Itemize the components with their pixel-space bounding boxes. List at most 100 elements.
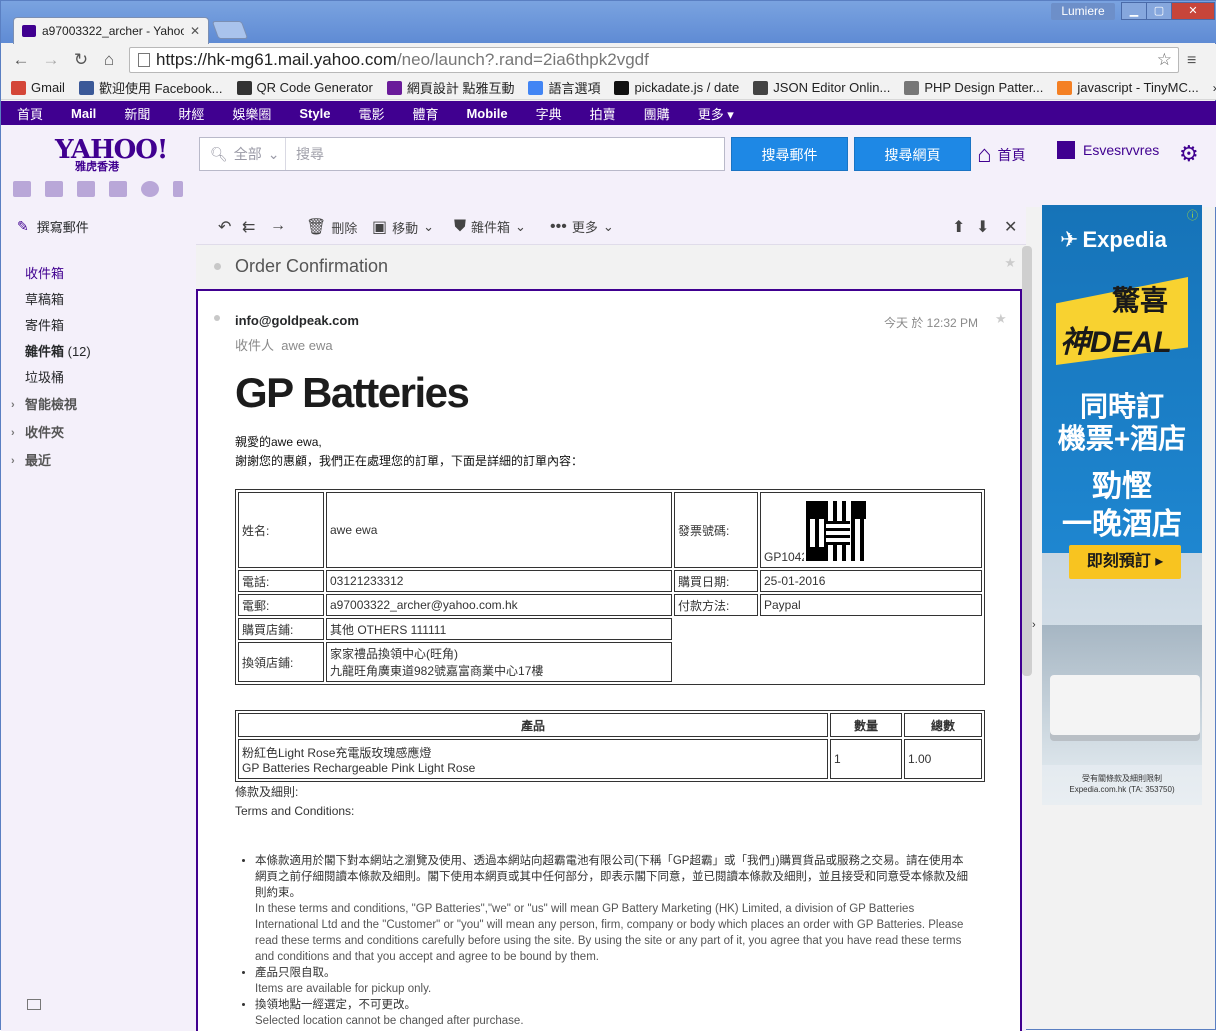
previous-message-button[interactable]: ⬆: [952, 217, 965, 237]
mobile-app-icon[interactable]: [173, 181, 183, 197]
ad-info-icon[interactable]: ⓘ: [1187, 207, 1198, 223]
folder-group[interactable]: › 智能檢視: [1, 391, 196, 419]
header-home-link[interactable]: ⌂ 首頁: [977, 141, 1026, 169]
top-nav-item[interactable]: Mobile: [466, 106, 507, 121]
email-value[interactable]: a97003322_archer@yahoo.com.hk: [326, 594, 672, 616]
bookmark-item[interactable]: PHP Design Patter...: [904, 80, 1043, 95]
messenger-app-icon[interactable]: [141, 181, 159, 197]
reply-all-button[interactable]: ⇇: [242, 217, 255, 237]
folder-move-icon: ▣: [372, 219, 388, 236]
bookmark-item[interactable]: pickadate.js / date: [614, 80, 739, 95]
subject-bar: Order Confirmation ★: [196, 245, 1026, 289]
bookmark-label: 網頁設計 點雅互動: [406, 81, 515, 96]
qr-code-image: [804, 499, 868, 563]
notepad-app-icon[interactable]: [109, 181, 127, 197]
top-nav-item[interactable]: 更多 ▾: [698, 104, 734, 123]
recipient-name[interactable]: awe ewa: [281, 338, 332, 353]
expedia-brand: Expedia: [1082, 227, 1167, 252]
move-button[interactable]: ▣ 移動 ⌄: [372, 217, 434, 237]
top-nav-item[interactable]: 拍賣: [590, 104, 616, 123]
user-menu[interactable]: Esvesrvvres: [1057, 141, 1159, 159]
bookmark-item[interactable]: JSON Editor Onlin...: [753, 80, 890, 95]
d-icon: [386, 80, 402, 95]
ad-book-now-button[interactable]: 即刻預訂 ▸: [1069, 545, 1181, 579]
top-nav-item[interactable]: 體育: [412, 104, 438, 123]
maximize-button[interactable]: ▢: [1146, 2, 1172, 20]
date-value: 25-01-2016: [760, 570, 982, 592]
search-scope-dropdown[interactable]: 🔍︎ 全部 ⌄: [200, 138, 286, 170]
top-nav-item[interactable]: 電影: [358, 104, 384, 123]
more-button[interactable]: ••• 更多 ⌄: [550, 217, 614, 236]
chevron-right-icon[interactable]: ›: [1032, 619, 1036, 631]
folder-item[interactable]: 寄件箱: [1, 313, 196, 339]
gp-batteries-logo: GP Batteries: [235, 369, 470, 416]
folder-list: 收件箱 草稿箱 寄件箱 雜件箱 (12) 垃圾桶 › 智能檢視 › 收件夾 › 最近: [1, 261, 196, 475]
bookmark-label: JSON Editor Onlin...: [773, 80, 891, 95]
search-web-button[interactable]: 搜尋網頁: [854, 137, 971, 171]
top-nav-item[interactable]: Style: [299, 106, 330, 121]
folder-group[interactable]: › 最近: [1, 447, 196, 475]
close-message-button[interactable]: ✕: [1004, 217, 1017, 237]
contacts-app-icon[interactable]: [45, 181, 63, 197]
compose-label: 撰寫郵件: [36, 220, 89, 235]
profile-chip[interactable]: Lumiere: [1051, 3, 1115, 20]
reload-icon[interactable]: ↻: [71, 50, 91, 70]
expedia-logo: ✈ Expedia: [1060, 227, 1167, 253]
menu-icon[interactable]: ≡: [1187, 52, 1196, 70]
search-mail-button[interactable]: 搜尋郵件: [731, 137, 848, 171]
top-nav-item[interactable]: 字典: [536, 104, 562, 123]
read-dot-icon: [214, 315, 220, 321]
folder-item[interactable]: 垃圾桶: [1, 365, 196, 391]
mail-app-icon[interactable]: [13, 181, 31, 197]
bookmark-item[interactable]: 歡迎使用 Facebook...: [78, 78, 223, 97]
top-nav-item[interactable]: Mail: [71, 106, 96, 121]
minimize-button[interactable]: ▁: [1121, 2, 1147, 20]
forward-button[interactable]: →: [270, 217, 286, 235]
star-icon[interactable]: ★: [1004, 255, 1016, 271]
bookmark-star-icon[interactable]: ☆: [1157, 50, 1172, 70]
search-input[interactable]: [286, 138, 724, 170]
next-message-button[interactable]: ⬇: [976, 217, 989, 237]
top-nav-item[interactable]: 團購: [644, 104, 670, 123]
calendar-app-icon[interactable]: [77, 181, 95, 197]
sender[interactable]: info@goldpeak.com: [235, 313, 359, 328]
back-icon[interactable]: ←: [11, 50, 31, 70]
photo-icon[interactable]: [27, 999, 41, 1010]
tab-close-icon[interactable]: ✕: [190, 24, 200, 38]
top-nav-item[interactable]: 財經: [178, 104, 204, 123]
bookmark-item[interactable]: QR Code Generator: [236, 80, 373, 95]
header-home-label: 首頁: [997, 147, 1026, 163]
reply-button[interactable]: ↶: [218, 217, 231, 237]
gear-icon[interactable]: ⚙: [1179, 141, 1199, 167]
top-nav-item[interactable]: 新聞: [124, 104, 150, 123]
spam-button[interactable]: ⛊ 雜件箱 ⌄: [454, 217, 526, 236]
chevron-right-icon: ›: [11, 399, 15, 411]
new-tab-button[interactable]: [211, 21, 249, 39]
folder-item[interactable]: 收件箱: [1, 261, 196, 287]
bookmark-item[interactable]: 網頁設計 點雅互動: [386, 78, 515, 97]
star-icon[interactable]: ★: [995, 311, 1007, 327]
home-icon[interactable]: ⌂: [99, 50, 119, 70]
expedia-ad[interactable]: ⓘ ✈ Expedia 驚喜 神DEAL 同時訂 機票+酒店 勁慳 一晚酒店 即刻…: [1042, 205, 1202, 805]
browser-tab[interactable]: a97003322_archer - Yahoo ✕: [13, 17, 209, 44]
sidebar: ✎ 撰寫郵件 收件箱 草稿箱 寄件箱 雜件箱 (12) 垃圾桶 › 智能檢視 › 收件夾 › 最近: [1, 207, 196, 1031]
scrollbar[interactable]: [1022, 246, 1032, 676]
address-bar[interactable]: https://hk-mg61.mail.yahoo.com/neo/launc…: [129, 47, 1179, 73]
plane-icon: ✈: [1060, 227, 1079, 252]
top-nav-item[interactable]: 首頁: [17, 104, 43, 123]
delete-button[interactable]: 🗑︎ 刪除: [306, 217, 357, 237]
folder-group-label: 智能檢視: [25, 397, 78, 412]
forward-icon[interactable]: →: [41, 50, 61, 70]
folder-item[interactable]: 雜件箱 (12): [1, 339, 196, 365]
bookmark-item[interactable]: javascript - TinyMC...: [1057, 80, 1199, 95]
folder-item[interactable]: 草稿箱: [1, 287, 196, 313]
folder-group[interactable]: › 收件夾: [1, 419, 196, 447]
products-table: 產品 數量 總數 粉紅色Light Rose充電版玫瑰感應燈 GP Batteri…: [235, 710, 985, 782]
top-nav-item[interactable]: 娛樂圈: [232, 104, 271, 123]
ad-deal-b: 神DEAL: [1060, 326, 1172, 359]
bookmark-item[interactable]: Gmail: [11, 80, 65, 95]
bookmark-item[interactable]: 語言選項: [528, 78, 600, 97]
close-window-button[interactable]: ✕: [1171, 2, 1215, 20]
compose-button[interactable]: ✎ 撰寫郵件: [17, 217, 89, 236]
list-item: 換領地點一經選定，不可更改。 Selected location cannot b…: [255, 997, 975, 1029]
